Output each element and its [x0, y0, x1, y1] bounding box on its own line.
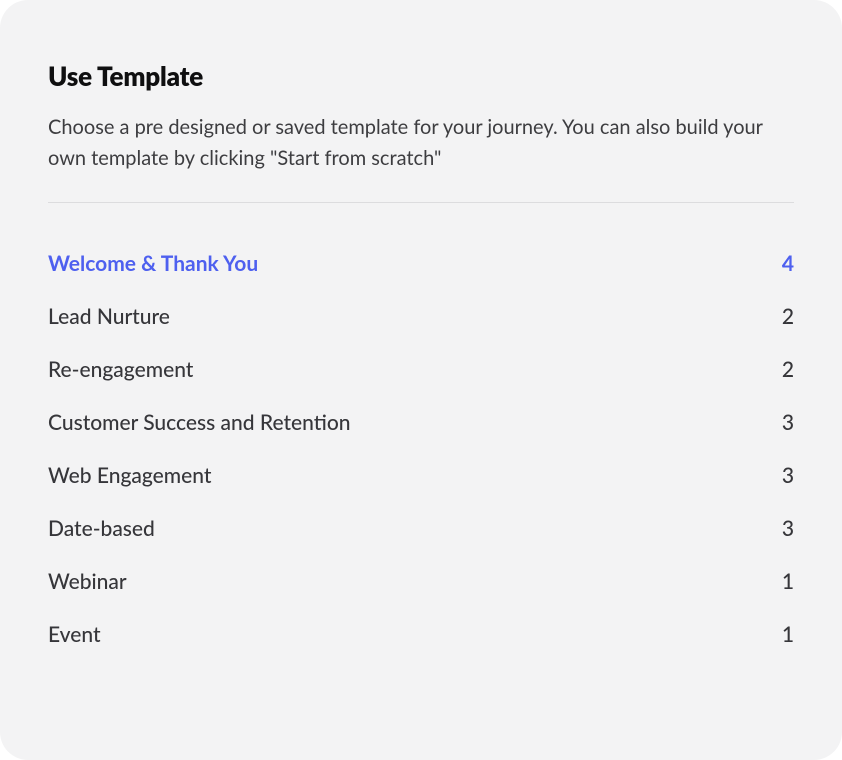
- divider: [48, 202, 794, 203]
- category-count: 2: [782, 304, 794, 329]
- category-label: Web Engagement: [48, 463, 211, 488]
- template-picker-card: Use Template Choose a pre designed or sa…: [0, 0, 842, 760]
- category-item[interactable]: Webinar 1: [48, 555, 794, 608]
- page-description: Choose a pre designed or saved template …: [48, 112, 788, 174]
- category-count: 3: [782, 463, 794, 488]
- category-label: Customer Success and Retention: [48, 410, 351, 435]
- category-count: 3: [782, 410, 794, 435]
- category-list: Welcome & Thank You4Lead Nurture2Re-enga…: [48, 237, 794, 661]
- category-item[interactable]: Customer Success and Retention 3: [48, 396, 794, 449]
- category-label: Lead Nurture: [48, 304, 170, 329]
- category-count: 3: [782, 516, 794, 541]
- category-count: 1: [782, 622, 794, 647]
- category-count: 1: [782, 569, 794, 594]
- category-count: 2: [782, 357, 794, 382]
- category-item[interactable]: Web Engagement 3: [48, 449, 794, 502]
- category-count: 4: [782, 251, 794, 276]
- category-label: Date-based: [48, 516, 155, 541]
- category-label: Webinar: [48, 569, 127, 594]
- category-item[interactable]: Lead Nurture 2: [48, 290, 794, 343]
- category-item[interactable]: Re-engagement 2: [48, 343, 794, 396]
- category-label: Re-engagement: [48, 357, 193, 382]
- category-label: Welcome & Thank You: [48, 251, 258, 276]
- category-item[interactable]: Welcome & Thank You 4: [48, 237, 794, 290]
- page-title: Use Template: [48, 60, 794, 92]
- category-label: Event: [48, 622, 101, 647]
- category-item[interactable]: Date-based 3: [48, 502, 794, 555]
- category-item[interactable]: Event 1: [48, 608, 794, 661]
